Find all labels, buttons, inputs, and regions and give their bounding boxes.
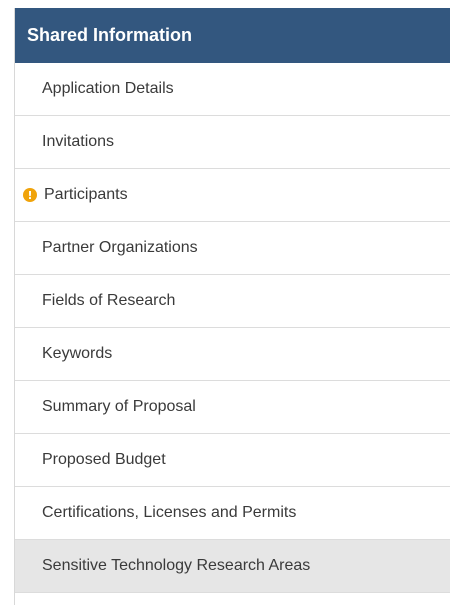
nav-item-label: Summary of Proposal [42, 398, 196, 415]
nav-item-fields-of-research[interactable]: Fields of Research [15, 275, 450, 328]
nav-item-proposed-budget[interactable]: Proposed Budget [15, 434, 450, 487]
nav-item-summary-of-proposal[interactable]: Summary of Proposal [15, 381, 450, 434]
nav-item-label: Invitations [42, 133, 115, 150]
panel-title: Shared Information [27, 25, 193, 45]
nav-item-participants[interactable]: ! Participants [15, 169, 450, 222]
nav-item-keywords[interactable]: Keywords [15, 328, 450, 381]
nav-item-label: Proposed Budget [42, 451, 166, 468]
nav-item-label: Keywords [42, 345, 113, 362]
nav-item-label: Certifications, Licenses and Permits [42, 504, 297, 521]
panel-header: Shared Information [15, 8, 450, 63]
nav-item-label: Fields of Research [42, 292, 176, 309]
nav-item-application-details[interactable]: Application Details [15, 63, 450, 116]
nav-item-label: Sensitive Technology Research Areas [42, 557, 311, 574]
nav-item-sensitive-technology[interactable]: Sensitive Technology Research Areas [15, 540, 450, 593]
nav-item-partner-organizations[interactable]: Partner Organizations [15, 222, 450, 275]
section-nav-list: Application Details Invitations ! Partic… [15, 63, 450, 593]
nav-item-certifications[interactable]: Certifications, Licenses and Permits [15, 487, 450, 540]
nav-item-label: Application Details [42, 80, 174, 97]
nav-item-invitations[interactable]: Invitations [15, 116, 450, 169]
shared-information-panel: Shared Information Application Details I… [14, 8, 450, 605]
warning-icon: ! [23, 188, 37, 202]
nav-item-label: Partner Organizations [42, 239, 198, 256]
nav-item-label: Participants [44, 186, 128, 203]
